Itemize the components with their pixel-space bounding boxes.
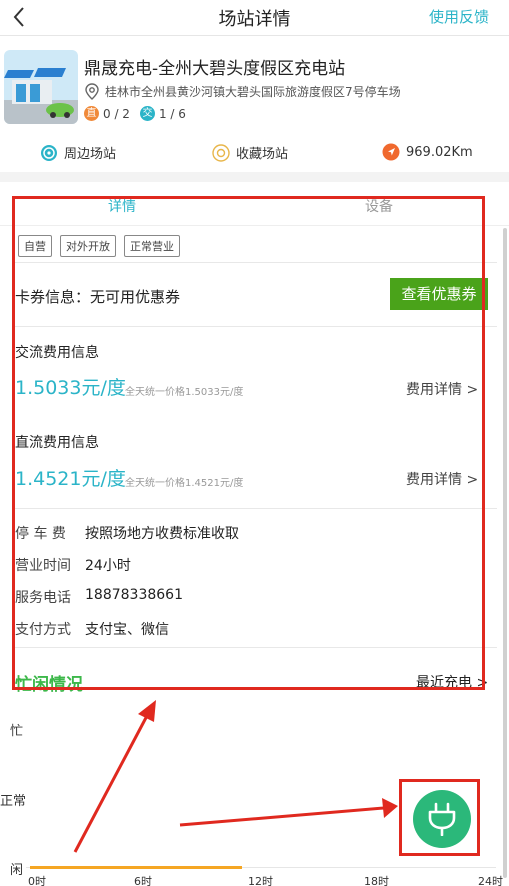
recent-charging-link[interactable]: 最近充电 > [416, 672, 488, 692]
ac-count: 1 / 6 [158, 106, 186, 121]
charger-counts: 直 0 / 2 交 1 / 6 [84, 106, 186, 121]
dc-fee-title: 直流费用信息 [15, 435, 99, 451]
service-phone-row: 服务电话 18878338661 [15, 587, 183, 607]
top-bar: 场站详情 使用反馈 [0, 0, 509, 36]
charge-button[interactable] [413, 790, 471, 848]
parking-fee-label: 停 车 费 [15, 526, 66, 542]
busy-status-title: 忙闲情况 [15, 675, 83, 695]
divider [12, 508, 497, 509]
dc-count: 0 / 2 [103, 106, 130, 121]
station-header: 鼎晟充电-全州大碧头度假区充电站 桂林市全州县黄沙河镇大碧头国际旅游度假区7号停… [0, 37, 509, 133]
nearby-stations-button[interactable]: 周边场站 [40, 143, 116, 162]
x-label-24: 24时 [478, 875, 503, 886]
business-hours-label: 营业时间 [15, 558, 71, 574]
payment-method-label: 支付方式 [15, 622, 71, 638]
ac-fee-note: 全天统一价格1.5033元/度 [125, 387, 244, 398]
tab-devices[interactable]: 设备 [365, 196, 393, 216]
section-gap [0, 172, 509, 182]
distance-label: 969.02Km [406, 144, 473, 160]
navigation-arrow-icon [382, 143, 400, 161]
divider [12, 647, 497, 648]
busy-chart-line [30, 866, 242, 869]
x-label-0: 0时 [28, 875, 46, 886]
business-hours-row: 营业时间 24小时 [15, 555, 131, 575]
location-pin-icon [85, 82, 99, 100]
tab-details[interactable]: 详情 [108, 196, 136, 216]
star-circle-icon [212, 143, 230, 162]
station-image [4, 50, 78, 124]
divider [12, 262, 497, 263]
service-phone-value[interactable]: 18878338661 [85, 587, 183, 607]
ac-fee-title: 交流费用信息 [15, 345, 99, 361]
favorite-station-label: 收藏场站 [236, 147, 289, 162]
parking-fee-row: 停 车 费 按照场地方收费标准收取 [15, 523, 239, 543]
parking-fee-value: 按照场地方收费标准收取 [85, 526, 239, 542]
station-address-row: 桂林市全州县黄沙河镇大碧头国际旅游度假区7号停车场 [84, 82, 401, 100]
dc-fee-price: 1.4521元/度 [15, 468, 126, 490]
scrollbar[interactable] [503, 228, 507, 878]
ac-fee-price: 1.5033元/度 [15, 377, 126, 399]
x-label-6: 6时 [134, 875, 152, 886]
tag-self-operated: 自营 [18, 235, 52, 257]
detail-tabs: 详情 设备 [0, 182, 509, 226]
service-phone-label: 服务电话 [15, 590, 71, 606]
y-label-idle: 闲 [10, 863, 24, 878]
favorite-station-button[interactable]: 收藏场站 [212, 143, 288, 162]
compass-icon [41, 144, 57, 161]
payment-method-row: 支付方式 支付宝、微信 [15, 619, 169, 639]
tag-public: 对外开放 [60, 235, 116, 257]
ac-fee-details-link[interactable]: 费用详情 > [406, 379, 478, 399]
payment-method-value: 支付宝、微信 [85, 622, 169, 638]
y-label-normal: 正常 [0, 794, 27, 809]
coupon-info: 卡券信息：无可用优惠券 [15, 288, 181, 306]
plug-icon [428, 802, 456, 836]
business-hours-value: 24小时 [85, 558, 131, 574]
ac-badge: 交 [139, 106, 155, 121]
dc-fee-note: 全天统一价格1.4521元/度 [125, 478, 244, 489]
dc-badge: 直 [84, 106, 99, 121]
divider [12, 326, 497, 327]
dc-fee-details-link[interactable]: 费用详情 > [406, 469, 478, 489]
x-label-18: 18时 [364, 875, 389, 886]
station-address: 桂林市全州县黄沙河镇大碧头国际旅游度假区7号停车场 [105, 84, 401, 99]
feedback-link[interactable]: 使用反馈 [429, 6, 489, 27]
station-actions: 周边场站 收藏场站 969.02Km [0, 134, 509, 172]
y-label-busy: 忙 [10, 724, 24, 739]
nearby-stations-label: 周边场站 [64, 147, 117, 162]
x-label-12: 12时 [248, 875, 273, 886]
distance-navigation-button[interactable]: 969.02Km [382, 143, 473, 161]
tag-open: 正常营业 [124, 235, 180, 257]
station-name: 鼎晟充电-全州大碧头度假区充电站 [84, 59, 346, 79]
view-coupons-button[interactable]: 查看优惠券 [390, 278, 488, 310]
station-tags: 自营 对外开放 正常营业 [18, 235, 188, 257]
